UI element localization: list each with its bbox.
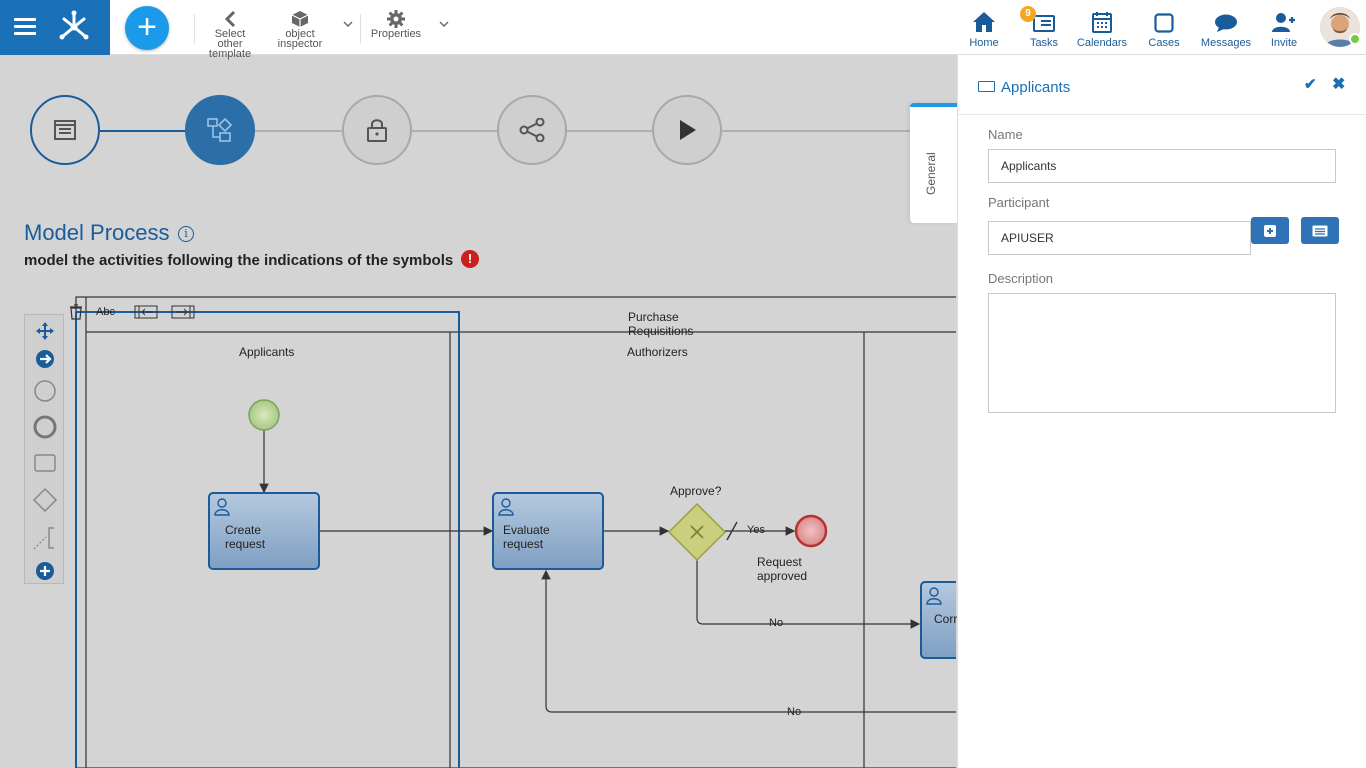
toolbar-divider bbox=[360, 14, 361, 44]
share-icon bbox=[519, 118, 545, 142]
nav-messages-label: Messages bbox=[1200, 37, 1252, 49]
calendar-icon bbox=[1075, 7, 1129, 33]
participant-field[interactable] bbox=[988, 221, 1251, 255]
nav-home[interactable]: Home bbox=[966, 7, 1002, 49]
panel-title: Applicants bbox=[1001, 79, 1071, 96]
info-icon[interactable]: i bbox=[178, 226, 194, 242]
chevron-down-icon[interactable] bbox=[439, 20, 449, 31]
gear-icon bbox=[368, 9, 424, 29]
step-connector bbox=[254, 130, 344, 132]
select-template-button[interactable]: Select other template bbox=[206, 9, 254, 60]
nav-calendars[interactable]: Calendars bbox=[1075, 7, 1129, 49]
nav-tasks[interactable]: 9 Tasks bbox=[1020, 6, 1062, 49]
process-model-icon bbox=[207, 117, 233, 142]
chevron-down-icon[interactable] bbox=[343, 20, 353, 31]
select-template-label: Select other template bbox=[208, 28, 252, 60]
end-event-tool-icon[interactable] bbox=[25, 415, 65, 439]
page-title: Model Process bbox=[24, 220, 170, 245]
task-tool-icon[interactable] bbox=[25, 453, 65, 473]
chat-icon bbox=[1198, 7, 1254, 33]
more-tools-icon[interactable] bbox=[25, 561, 65, 581]
cube-icon bbox=[272, 9, 328, 29]
flow-no-label[interactable]: No bbox=[769, 617, 783, 629]
gateway-approve-label[interactable]: Approve? bbox=[670, 484, 721, 498]
nav-cases-label: Cases bbox=[1148, 37, 1180, 49]
form-icon bbox=[54, 120, 76, 140]
tasks-icon: 9 bbox=[1020, 6, 1062, 33]
tab-general[interactable]: General bbox=[910, 103, 957, 223]
panel-header: Applicants ✔ ✖ bbox=[958, 55, 1366, 115]
annotation-tool-icon[interactable] bbox=[25, 525, 65, 551]
nav-calendars-label: Calendars bbox=[1076, 37, 1128, 49]
step-run[interactable] bbox=[652, 95, 722, 165]
flow-no-label[interactable]: No bbox=[787, 706, 801, 718]
online-status-indicator bbox=[1349, 33, 1361, 45]
trash-icon[interactable] bbox=[69, 304, 83, 325]
nav-invite-label: Invite bbox=[1270, 37, 1298, 49]
flow-yes-label[interactable]: Yes bbox=[747, 524, 765, 536]
step-connector bbox=[100, 130, 186, 132]
top-bar: + Select other template object inspector… bbox=[0, 0, 1366, 60]
close-icon[interactable]: ✖ bbox=[1332, 74, 1345, 94]
shrink-lane-icon[interactable] bbox=[134, 305, 158, 324]
step-connector bbox=[720, 130, 940, 132]
start-event-tool-icon[interactable] bbox=[25, 379, 65, 403]
properties-button[interactable]: Properties bbox=[368, 9, 424, 40]
nav-home-label: Home bbox=[969, 37, 999, 49]
list-participants-button[interactable] bbox=[1301, 217, 1339, 244]
nav-cases[interactable]: Cases bbox=[1146, 7, 1182, 49]
connect-tool-icon[interactable] bbox=[25, 349, 65, 369]
warning-icon[interactable]: ! bbox=[461, 250, 479, 268]
move-tool-icon[interactable] bbox=[25, 321, 65, 341]
pool-name[interactable]: Purchase Requisitions bbox=[628, 310, 693, 338]
confirm-icon[interactable]: ✔ bbox=[1304, 75, 1317, 93]
cases-icon bbox=[1146, 7, 1182, 33]
task-partial[interactable]: Corr bbox=[934, 612, 957, 626]
nav-invite[interactable]: Invite bbox=[1266, 7, 1302, 49]
properties-panel: Applicants ✔ ✖ Name Participant Descript… bbox=[957, 55, 1366, 768]
logo-icon[interactable] bbox=[56, 9, 92, 50]
lock-icon bbox=[367, 119, 387, 142]
page-subtitle: model the activities following the indic… bbox=[24, 252, 454, 269]
tasks-badge: 9 bbox=[1020, 6, 1036, 22]
brand-area bbox=[0, 0, 110, 55]
add-participant-button[interactable] bbox=[1251, 217, 1289, 244]
name-label: Name bbox=[988, 127, 1023, 142]
chevron-left-icon bbox=[206, 9, 254, 29]
lane-applicants-label[interactable]: Applicants bbox=[239, 345, 294, 359]
name-field[interactable] bbox=[988, 149, 1336, 183]
rename-tool-label[interactable]: Abc bbox=[96, 306, 115, 318]
invite-user-icon bbox=[1266, 7, 1302, 33]
gateway-tool-icon[interactable] bbox=[25, 487, 65, 513]
play-icon bbox=[680, 120, 696, 140]
step-connector bbox=[410, 130, 500, 132]
expand-lane-icon[interactable] bbox=[171, 305, 195, 324]
step-process-model[interactable] bbox=[185, 95, 255, 165]
hamburger-menu-icon[interactable] bbox=[14, 18, 36, 36]
add-button[interactable]: + bbox=[125, 6, 169, 50]
step-share[interactable] bbox=[497, 95, 567, 165]
bpmn-palette bbox=[24, 314, 64, 584]
step-connector bbox=[565, 130, 655, 132]
object-inspector-label: object inspector bbox=[277, 28, 323, 50]
properties-label: Properties bbox=[370, 28, 422, 40]
nav-tasks-label: Tasks bbox=[1029, 37, 1059, 49]
description-field[interactable] bbox=[988, 293, 1336, 413]
plus-square-icon bbox=[1264, 224, 1276, 237]
task-evaluate-request[interactable]: Evaluate request bbox=[503, 523, 550, 551]
toolbar-divider bbox=[194, 14, 195, 44]
step-form[interactable] bbox=[30, 95, 100, 165]
home-icon bbox=[966, 7, 1002, 33]
list-icon bbox=[1312, 225, 1328, 236]
lane-authorizers-label[interactable]: Authorizers bbox=[627, 345, 688, 359]
nav-messages[interactable]: Messages bbox=[1198, 7, 1254, 49]
task-create-request[interactable]: Create request bbox=[225, 523, 265, 551]
participant-label: Participant bbox=[988, 195, 1050, 210]
lane-icon bbox=[978, 81, 995, 92]
tab-general-label: General bbox=[924, 152, 938, 195]
end-event-label[interactable]: Request approved bbox=[757, 555, 807, 583]
description-label: Description bbox=[988, 271, 1054, 286]
object-inspector-button[interactable]: object inspector bbox=[272, 9, 328, 50]
step-security[interactable] bbox=[342, 95, 412, 165]
